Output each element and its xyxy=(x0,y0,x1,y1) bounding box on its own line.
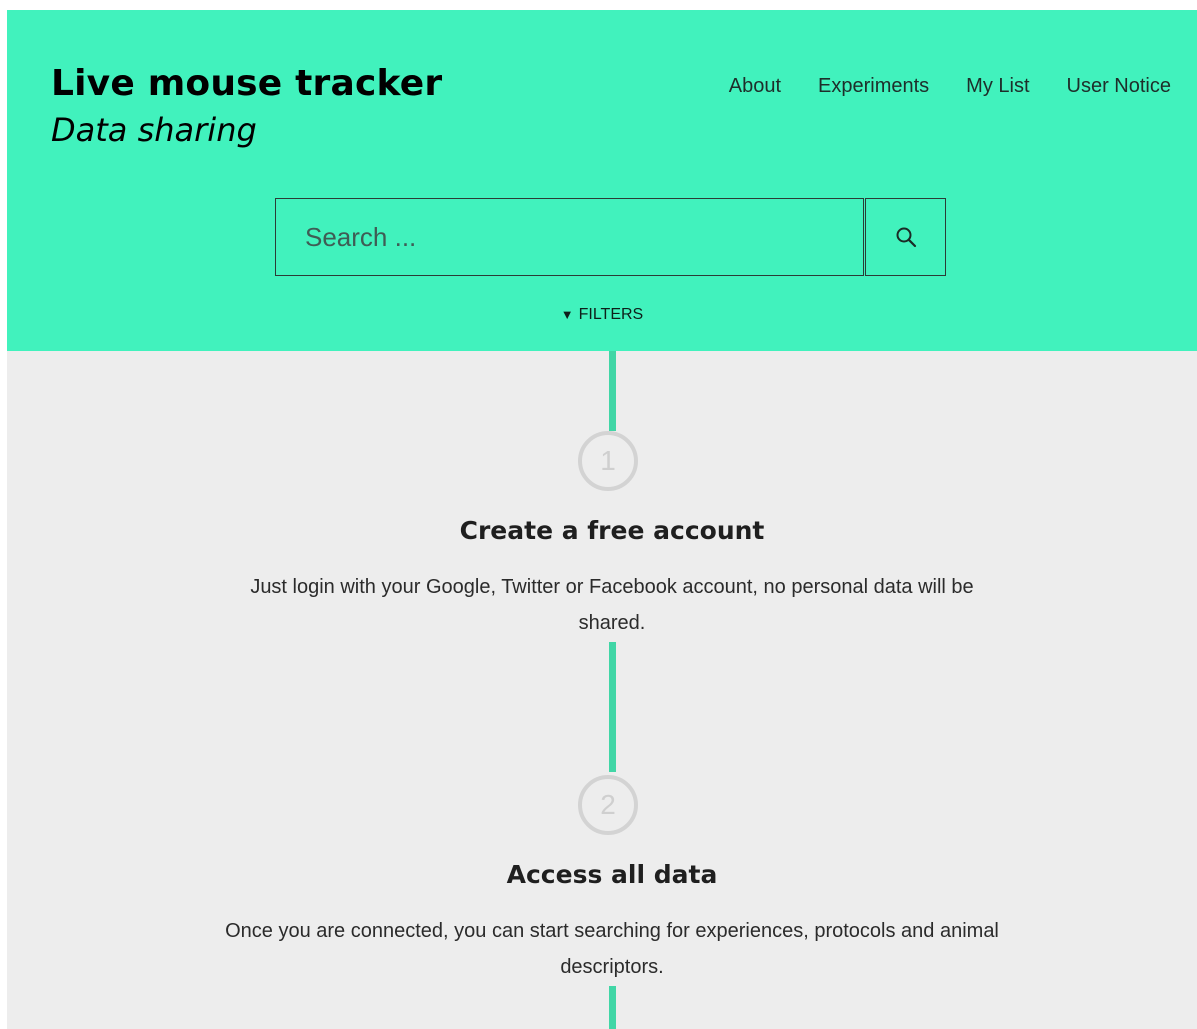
filters-label: FILTERS xyxy=(578,306,644,323)
step-description: Once you are connected, you can start se… xyxy=(225,920,999,978)
step-title: Create a free account xyxy=(459,516,765,545)
nav-experiments[interactable]: Experiments xyxy=(818,74,929,98)
step-number-circle: 1 xyxy=(578,431,638,491)
search-button[interactable] xyxy=(865,198,946,276)
main-nav: About Experiments My List User Notice xyxy=(729,74,1171,98)
filters-toggle[interactable]: ▼ FILTERS xyxy=(7,306,1197,324)
timeline-line xyxy=(609,351,616,431)
timeline-line xyxy=(609,986,616,1029)
step-number-circle: 2 xyxy=(578,775,638,835)
timeline-line xyxy=(609,642,616,772)
page: Live mouse tracker Data sharing About Ex… xyxy=(7,10,1197,1029)
site-header: Live mouse tracker Data sharing About Ex… xyxy=(7,10,1197,351)
site-subtitle: Data sharing xyxy=(51,111,257,149)
search-icon xyxy=(896,227,916,248)
triangle-down-icon: ▼ xyxy=(560,307,574,322)
site-title[interactable]: Live mouse tracker xyxy=(51,62,442,106)
nav-about[interactable]: About xyxy=(729,74,781,98)
nav-user-notice[interactable]: User Notice xyxy=(1067,74,1171,98)
search-bar xyxy=(275,198,947,278)
search-input[interactable] xyxy=(275,198,864,276)
nav-my-list[interactable]: My List xyxy=(966,74,1029,98)
step-title: Access all data xyxy=(506,860,718,889)
step-description: Just login with your Google, Twitter or … xyxy=(250,576,974,634)
